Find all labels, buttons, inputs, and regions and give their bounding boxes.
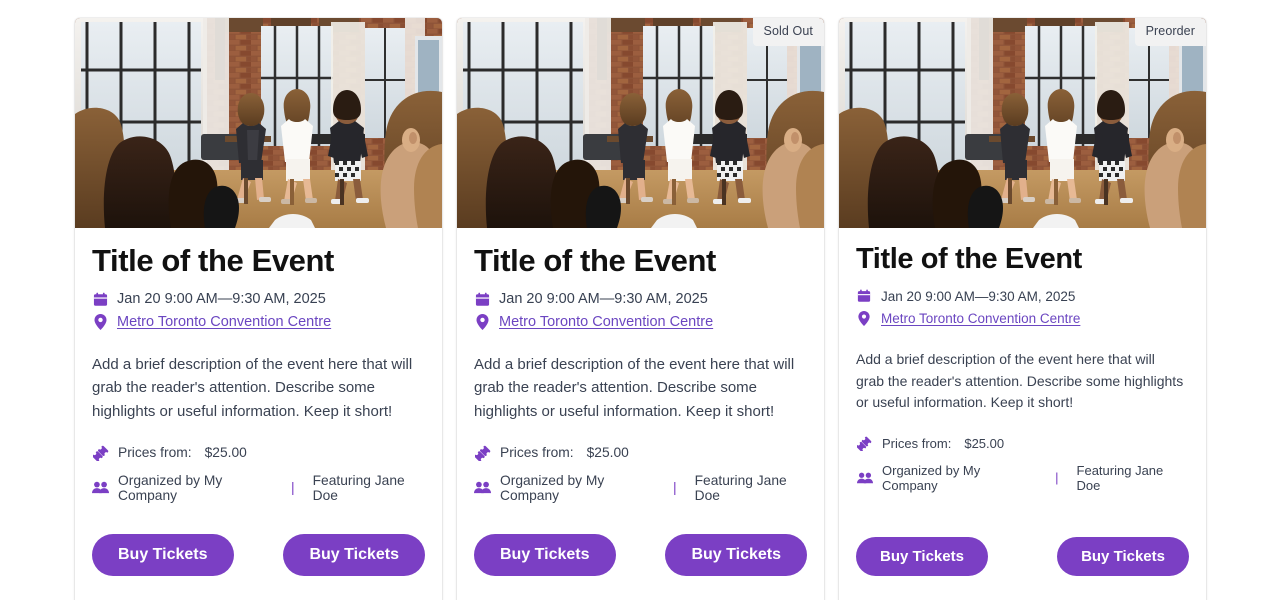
- map-pin-icon: [474, 314, 490, 331]
- map-pin-icon: [856, 310, 872, 326]
- event-location-link[interactable]: Metro Toronto Convention Centre: [881, 311, 1080, 326]
- card-body: Title of the Event Jan 20 9:00 AM—9:30 A…: [839, 228, 1206, 600]
- event-date-row: Jan 20 9:00 AM—9:30 AM, 2025: [856, 289, 1189, 304]
- card-media: Preorder: [839, 18, 1206, 228]
- calendar-icon: [856, 289, 872, 303]
- event-date: Jan 20 9:00 AM—9:30 AM, 2025: [117, 291, 326, 308]
- buy-tickets-button-primary[interactable]: Buy Tickets: [856, 536, 988, 577]
- event-date-row: Jan 20 9:00 AM—9:30 AM, 2025: [92, 291, 425, 307]
- calendar-icon: [92, 292, 108, 307]
- price-label: Prices from:: [500, 445, 574, 461]
- event-card[interactable]: Preorder Title of the Event Jan 20 9:00 …: [839, 18, 1206, 600]
- event-photo: [839, 18, 1206, 228]
- meta-separator: |: [673, 480, 677, 496]
- event-photo: [75, 18, 442, 228]
- featuring-name: Featuring Jane Doe: [312, 472, 405, 503]
- featuring-name: Featuring Jane Doe: [694, 472, 787, 503]
- organizer-name: Organized by My Company: [882, 462, 981, 493]
- event-location-row[interactable]: Metro Toronto Convention Centre: [856, 310, 1189, 326]
- event-organizer-row: Organized by My Company | Featuring Jane…: [92, 473, 425, 503]
- ticket-icon: [474, 445, 491, 461]
- price-label: Prices from:: [118, 445, 192, 461]
- buy-tickets-button-secondary[interactable]: Buy Tickets: [665, 533, 807, 577]
- event-location-link[interactable]: Metro Toronto Convention Centre: [117, 314, 331, 330]
- event-description: Add a brief description of the event her…: [856, 350, 1184, 411]
- event-description: Add a brief description of the event her…: [474, 356, 795, 420]
- people-icon: [474, 481, 491, 494]
- event-location-link[interactable]: Metro Toronto Convention Centre: [499, 314, 713, 330]
- event-card-grid: Title of the Event Jan 20 9:00 AM—9:30 A…: [0, 0, 1280, 600]
- event-location-row[interactable]: Metro Toronto Convention Centre: [474, 314, 807, 331]
- event-title: Title of the Event: [856, 243, 1082, 275]
- ticket-icon: [92, 445, 109, 461]
- event-date: Jan 20 9:00 AM—9:30 AM, 2025: [499, 291, 708, 308]
- card-media: [75, 18, 442, 228]
- buy-tickets-button-primary[interactable]: Buy Tickets: [474, 533, 616, 577]
- map-pin-icon: [92, 314, 108, 331]
- price-label: Prices from:: [882, 435, 952, 451]
- event-card[interactable]: Sold Out Title of the Event Jan 20 9:00 …: [457, 18, 824, 600]
- event-location-row[interactable]: Metro Toronto Convention Centre: [92, 314, 425, 331]
- card-actions: Buy Tickets Buy Tickets: [92, 503, 425, 600]
- meta-separator: |: [291, 480, 295, 496]
- status-badge: Sold Out: [752, 18, 824, 46]
- calendar-icon: [474, 292, 490, 307]
- event-photo: [457, 18, 824, 228]
- organizer-name: Organized by My Company: [118, 472, 223, 503]
- card-actions: Buy Tickets Buy Tickets: [474, 503, 807, 600]
- event-description: Add a brief description of the event her…: [92, 356, 413, 420]
- event-price-row: Prices from: $25.00: [856, 436, 1189, 451]
- card-body: Title of the Event Jan 20 9:00 AM—9:30 A…: [457, 228, 824, 600]
- buy-tickets-button-secondary[interactable]: Buy Tickets: [1057, 536, 1189, 577]
- event-price-row: Prices from: $25.00: [474, 445, 807, 461]
- event-date-row: Jan 20 9:00 AM—9:30 AM, 2025: [474, 291, 807, 307]
- meta-separator: |: [1055, 470, 1059, 486]
- featuring-name: Featuring Jane Doe: [1076, 462, 1164, 493]
- event-organizer-row: Organized by My Company | Featuring Jane…: [474, 473, 807, 503]
- buy-tickets-button-primary[interactable]: Buy Tickets: [92, 533, 234, 577]
- people-icon: [92, 481, 109, 494]
- event-price-row: Prices from: $25.00: [92, 445, 425, 461]
- cards-row: Title of the Event Jan 20 9:00 AM—9:30 A…: [0, 18, 1280, 600]
- card-actions: Buy Tickets Buy Tickets: [856, 506, 1189, 600]
- organizer-name: Organized by My Company: [500, 472, 605, 503]
- buy-tickets-button-secondary[interactable]: Buy Tickets: [283, 533, 425, 577]
- event-organizer-row: Organized by My Company | Featuring Jane…: [856, 463, 1189, 493]
- event-title: Title of the Event: [474, 243, 716, 278]
- price-value: $25.00: [586, 445, 629, 461]
- event-date: Jan 20 9:00 AM—9:30 AM, 2025: [881, 288, 1076, 304]
- card-body: Title of the Event Jan 20 9:00 AM—9:30 A…: [75, 228, 442, 600]
- price-value: $25.00: [964, 435, 1005, 451]
- event-card[interactable]: Title of the Event Jan 20 9:00 AM—9:30 A…: [75, 18, 442, 600]
- event-title: Title of the Event: [92, 243, 334, 278]
- people-icon: [856, 472, 873, 484]
- price-value: $25.00: [204, 445, 247, 461]
- ticket-icon: [856, 436, 873, 451]
- status-badge: Preorder: [1134, 18, 1206, 46]
- card-media: Sold Out: [457, 18, 824, 228]
